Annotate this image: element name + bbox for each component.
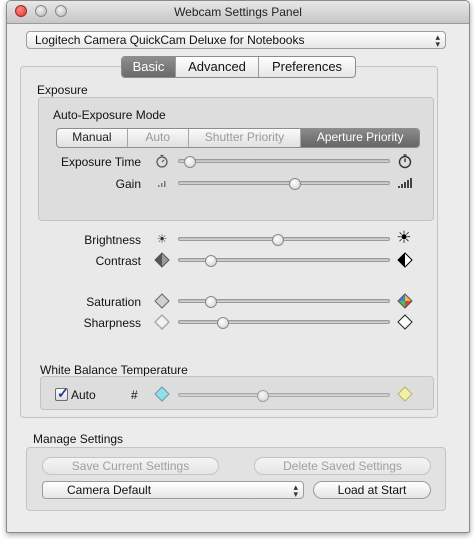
signal-low-icon <box>154 175 170 191</box>
settings-profile-value: Camera Default <box>67 483 152 497</box>
tab-basic[interactable]: Basic <box>122 57 176 77</box>
brightness-label: Brightness <box>84 233 141 247</box>
white-balance-slider[interactable] <box>178 390 390 402</box>
contrast-high-icon <box>397 252 413 268</box>
mode-aperture-priority[interactable]: Aperture Priority <box>301 129 419 147</box>
sharpness-low-icon <box>154 314 170 330</box>
white-balance-auto-label: Auto <box>71 388 96 402</box>
updown-arrows-icon: ▴ ▾ <box>435 32 440 49</box>
saturation-knob[interactable] <box>204 296 217 308</box>
white-balance-title: White Balance Temperature <box>40 363 188 377</box>
white-balance-hash-label: # <box>131 388 138 402</box>
manage-settings-title: Manage Settings <box>33 432 124 446</box>
saturation-slider[interactable] <box>178 296 390 308</box>
tab-advanced[interactable]: Advanced <box>176 57 259 77</box>
delete-saved-settings-button[interactable]: Delete Saved Settings <box>254 457 431 475</box>
save-current-settings-button[interactable]: Save Current Settings <box>42 457 219 475</box>
window-title: Webcam Settings Panel <box>174 5 302 19</box>
mode-shutter-priority[interactable]: Shutter Priority <box>189 129 302 147</box>
warm-temperature-icon <box>397 386 413 402</box>
gain-knob[interactable] <box>288 178 301 190</box>
tab-preferences[interactable]: Preferences <box>259 57 355 77</box>
checkmark-icon: ✓ <box>57 385 69 401</box>
sharpness-knob[interactable] <box>217 317 230 329</box>
auto-exposure-mode-label: Auto-Exposure Mode <box>53 108 166 122</box>
load-at-start-button[interactable]: Load at Start <box>313 481 431 499</box>
mode-auto[interactable]: Auto <box>128 129 189 147</box>
sharpness-slider[interactable] <box>178 317 390 329</box>
updown-arrows-icon: ▴ ▾ <box>293 482 298 499</box>
saturation-high-icon <box>397 293 413 309</box>
gain-label: Gain <box>115 177 141 191</box>
camera-select-value: Logitech Camera QuickCam Deluxe for Note… <box>35 33 305 47</box>
exposure-time-label: Exposure Time <box>60 155 141 169</box>
auto-exposure-mode-control: Manual Auto Shutter Priority Aperture Pr… <box>56 128 420 148</box>
camera-select[interactable]: Logitech Camera QuickCam Deluxe for Note… <box>26 31 446 49</box>
signal-high-icon <box>397 175 413 191</box>
contrast-slider[interactable] <box>178 255 390 267</box>
sun-large-icon: ☀ <box>396 228 412 247</box>
brightness-knob[interactable] <box>271 234 284 246</box>
title-bar[interactable]: Webcam Settings Panel <box>7 1 469 24</box>
saturation-low-icon <box>154 293 170 309</box>
exposure-section-title: Exposure <box>37 83 88 97</box>
saturation-label: Saturation <box>86 295 141 309</box>
exposure-time-slider[interactable] <box>178 156 390 168</box>
contrast-label: Contrast <box>95 254 141 268</box>
white-balance-knob[interactable] <box>257 390 269 402</box>
brightness-slider[interactable] <box>178 234 390 246</box>
stopwatch-large-icon <box>397 153 413 169</box>
sharpness-high-icon <box>397 314 413 330</box>
exposure-time-knob[interactable] <box>183 156 196 168</box>
contrast-knob[interactable] <box>204 255 217 267</box>
mode-manual[interactable]: Manual <box>57 129 128 147</box>
sharpness-label: Sharpness <box>83 316 141 330</box>
cool-temperature-icon <box>154 386 170 402</box>
sun-small-icon: ☀ <box>156 232 168 246</box>
stopwatch-small-icon <box>154 153 170 169</box>
gain-slider[interactable] <box>178 178 390 190</box>
settings-profile-select[interactable]: Camera Default ▴ ▾ <box>42 481 304 499</box>
contrast-low-icon <box>154 252 170 268</box>
tab-bar: Basic Advanced Preferences <box>121 56 356 78</box>
white-balance-auto-checkbox[interactable]: ✓ <box>55 385 69 401</box>
